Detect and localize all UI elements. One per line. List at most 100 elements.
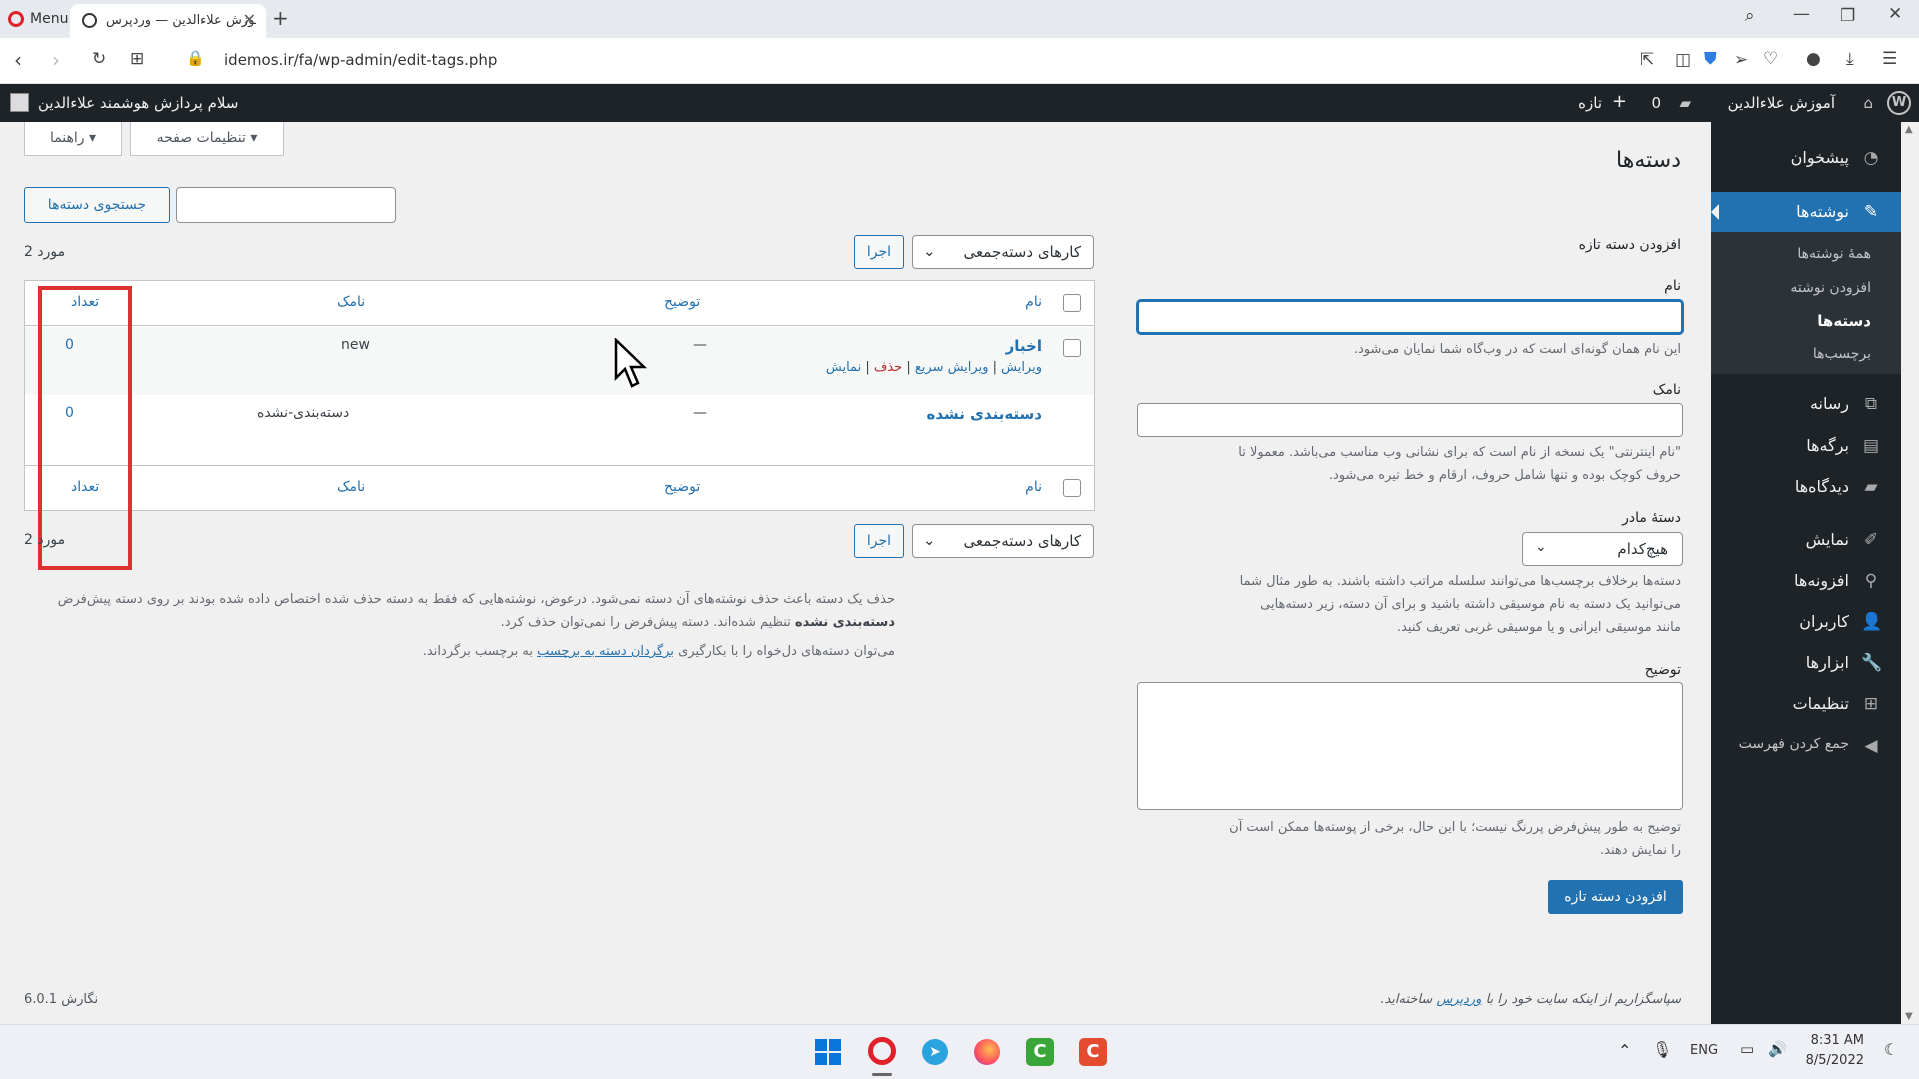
tab-active[interactable]: آموزش علاءالدین — وردپرس ✕ [70,4,266,38]
opera-taskbar-icon[interactable] [868,1037,896,1065]
help-button[interactable]: راهنما ▾ [24,122,122,156]
clock-time[interactable]: 8:31 AM [1806,1033,1864,1048]
avatar[interactable] [10,93,29,112]
minimize-icon[interactable]: — [1793,6,1810,23]
comment-icon[interactable]: ▰ [1679,94,1691,112]
scroll-up-icon[interactable]: ▲ [1905,124,1913,135]
edit-link[interactable]: ویرایش [1001,360,1042,375]
camtasia-recorder-icon[interactable]: C [1079,1038,1107,1066]
search-tabs-icon[interactable]: ⌕ [1745,8,1755,25]
search-categories-button[interactable]: جستجوی دسته‌ها [24,187,170,223]
apply-button-top[interactable]: اجرا [854,235,904,269]
screen-options-button[interactable]: تنظیمات صفحه ▾ [130,122,284,156]
column-description-header[interactable]: توضیح [664,294,700,310]
bulk-actions-select-bottom[interactable]: کارهای دسته‌جمعی ⌄ [912,524,1094,558]
column-description-footer[interactable]: توضیح [664,479,700,495]
sidebar-item-appearance[interactable]: نمایش [1806,530,1849,549]
camtasia-icon[interactable]: C [1026,1038,1054,1066]
telegram-icon[interactable]: ➤ [922,1039,948,1065]
display-icon[interactable]: ▭ [1740,1040,1754,1058]
apply-button-bottom[interactable]: اجرا [854,524,904,558]
media-icon: ⧉ [1864,394,1878,414]
language-indicator[interactable]: ENG [1690,1043,1718,1058]
easy-setup-icon[interactable]: ☰ [1882,51,1897,68]
column-slug-header[interactable]: نامک [337,294,365,310]
new-content-link[interactable]: تازه [1578,94,1602,112]
row-checkbox[interactable] [1063,339,1081,357]
select-all-checkbox[interactable] [1063,294,1081,312]
slug-input[interactable] [1137,403,1683,437]
notification-icon[interactable]: ☾ [1884,1040,1898,1059]
close-window-icon[interactable]: ✕ [1888,6,1902,23]
reload-icon[interactable]: ↻ [92,51,106,68]
scroll-down-icon[interactable]: ▼ [1905,1011,1913,1022]
submenu-add-post[interactable]: افزودن نوشته [1790,280,1871,296]
profile-icon[interactable]: ● [1806,51,1821,68]
forward-icon[interactable]: › [52,50,60,70]
chevron-down-icon: ⌄ [923,242,936,260]
share-icon[interactable]: ⇱ [1640,52,1654,69]
sidebar-item-settings[interactable]: تنظیمات [1793,694,1849,713]
table-header: نام توضیح نامک تعداد [25,281,1094,326]
search-input[interactable] [176,187,396,223]
description-help-2: را نمایش دهند. [1600,843,1681,858]
column-slug-footer[interactable]: نامک [337,479,365,495]
tray-chevron-up-icon[interactable]: ⌃ [1618,1041,1631,1060]
download-icon[interactable]: ⤓ [1846,51,1854,68]
column-name-footer[interactable]: نام [1025,479,1042,495]
row-description: — [693,405,707,421]
add-category-button[interactable]: افزودن دسته تازه [1548,880,1683,914]
name-input[interactable] [1137,300,1683,334]
version-text: نگارش 6.0.1 [24,992,99,1007]
tabs-grid-icon[interactable]: ⊞ [130,51,144,68]
quick-edit-link[interactable]: ویرایش سریع [915,360,989,375]
parent-select[interactable]: هیچ‌کدام ⌄ [1522,532,1683,566]
sidebar-item-comments[interactable]: دیدگاه‌ها [1795,477,1849,496]
tab-close-icon[interactable]: ✕ [243,10,256,29]
new-tab-icon[interactable]: + [272,8,289,28]
sidebar-item-media[interactable]: رسانه [1810,394,1849,413]
address-bar: ‹ › ↻ ⊞ 🔒 idemos.ir/fa/wp-admin/edit-tag… [0,38,1919,84]
category-name-link[interactable]: اخبار [1006,337,1042,355]
sidebar-item-pages[interactable]: برگه‌ها [1806,436,1849,455]
count-column-highlight [38,286,132,570]
posts-submenu: همهٔ نوشته‌ها افزودن نوشته دسته‌ها برچسب… [1711,232,1901,374]
wordpress-logo-icon[interactable]: W [1887,91,1911,115]
category-name-link[interactable]: دسته‌بندی نشده [927,405,1042,423]
volume-icon[interactable]: 🔊 [1768,1040,1787,1058]
comments-count[interactable]: 0 [1651,94,1661,112]
collapse-menu-button[interactable]: جمع کردن فهرست [1739,736,1849,752]
firefox-icon[interactable] [974,1039,1000,1065]
restore-icon[interactable]: ❐ [1840,8,1855,25]
wordpress-link[interactable]: وردپرس [1436,992,1481,1007]
url-field[interactable]: idemos.ir/fa/wp-admin/edit-tags.php [224,51,497,69]
sidebar-item-users[interactable]: کاربران [1799,612,1849,631]
view-link[interactable]: نمایش [826,360,861,375]
sidebar-item-plugins[interactable]: افزونه‌ها [1794,571,1849,590]
delete-link[interactable]: حذف [874,360,902,375]
greeting-link[interactable]: سلام پردازش هوشمند علاءالدین [38,94,238,112]
submenu-all-posts[interactable]: همهٔ نوشته‌ها [1797,246,1871,262]
bulk-actions-select-top[interactable]: کارهای دسته‌جمعی ⌄ [912,235,1094,269]
column-name-header[interactable]: نام [1025,294,1042,310]
site-name-link[interactable]: آموزش علاءالدین [1728,94,1835,112]
windows-start-icon[interactable] [815,1039,841,1065]
sidebar-item-dashboard[interactable]: پیشخوان [1791,148,1849,167]
heart-icon[interactable]: ♡ [1763,51,1778,68]
description-textarea[interactable] [1137,682,1683,810]
snapshot-icon[interactable]: ◫ [1675,52,1691,69]
page-scrollbar[interactable]: ▲ ▼ [1901,122,1919,1024]
back-icon[interactable]: ‹ [14,50,22,70]
vpn-shield-icon[interactable]: ⛊ [1704,51,1717,68]
opera-menu-button[interactable]: Menu [8,8,68,30]
sidebar-item-tools[interactable]: ابزارها [1806,653,1849,672]
send-icon[interactable]: ➢ [1734,52,1748,69]
select-all-checkbox-bottom[interactable] [1063,479,1081,497]
category-tag-converter-link[interactable]: برگردان دسته به برچسب [537,644,674,659]
row-slug: دسته‌بندی-نشده [257,405,350,421]
sidebar-item-posts[interactable]: ✎ نوشته‌ها [1711,192,1901,232]
submenu-tags[interactable]: برچسب‌ها [1813,346,1871,362]
microphone-icon[interactable]: 🎙 [1652,1040,1672,1059]
submenu-categories[interactable]: دسته‌ها [1817,312,1871,330]
clock-date[interactable]: 8/5/2022 [1796,1053,1864,1068]
